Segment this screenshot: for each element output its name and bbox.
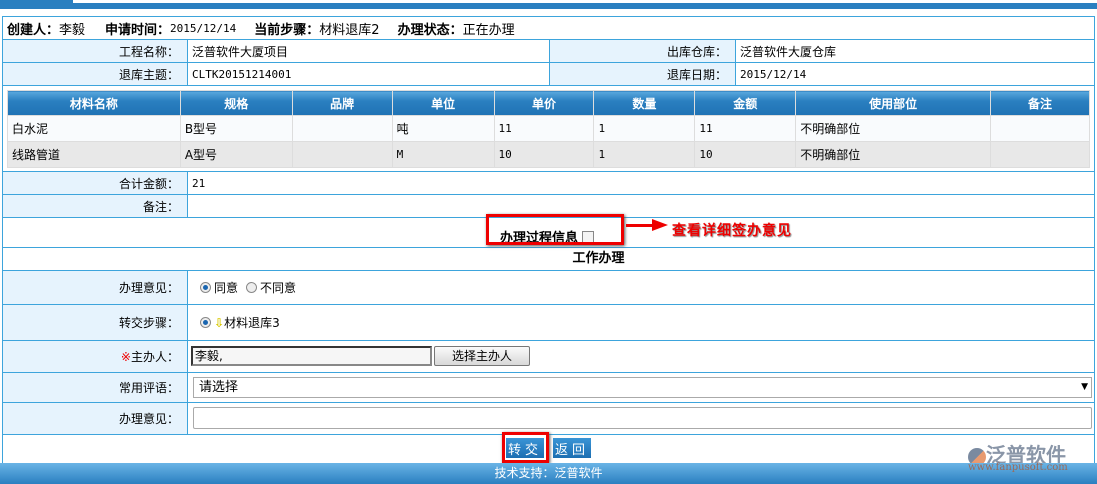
work-title-row: 工作办理 — [3, 248, 1094, 271]
opinion-row: 办理意见： 同意 不同意 — [3, 271, 1094, 305]
annotation-text: 查看详细签办意见 — [672, 223, 792, 239]
footer-text: 技术支持：泛普软件 — [494, 466, 603, 480]
cell: 不明确部位 — [795, 141, 992, 168]
subject-row: 退库主题： CLTK20151214001 退库日期： 2015/12/14 — [3, 63, 1094, 86]
arrow-head-icon — [652, 219, 668, 231]
project-row: 工程名称： 泛普软件大厦项目 出库仓库： 泛普软件大厦仓库 — [3, 40, 1094, 63]
cell: 10 — [493, 141, 595, 168]
cell — [990, 115, 1090, 142]
col-header: 材料名称 — [7, 90, 181, 116]
col-header: 单位 — [391, 90, 495, 116]
arrow-down-icon: ⇩ — [214, 315, 225, 330]
cell — [990, 141, 1090, 168]
cell: 白水泥 — [7, 115, 181, 142]
arrow-icon — [626, 224, 654, 227]
disagree-label: 不同意 — [260, 281, 297, 295]
project-value: 泛普软件大厦项目 — [188, 40, 550, 62]
transfer-label: 转交步骤： — [3, 305, 188, 340]
cell: 1 — [593, 115, 696, 142]
cell: 11 — [493, 115, 595, 142]
required-mark: ※ — [120, 349, 131, 364]
cell: M — [391, 141, 495, 168]
common-comment-select[interactable]: 请选择 ▼ — [193, 377, 1092, 398]
common-comment-value: 请选择 — [199, 380, 239, 395]
opinion-text-row: 办理意见： — [3, 403, 1094, 435]
cell: 不明确部位 — [795, 115, 992, 142]
highlight-box — [502, 432, 549, 463]
top-bar — [0, 0, 1097, 9]
warehouse-value: 泛普软件大厦仓库 — [740, 44, 837, 59]
highlight-box — [486, 214, 624, 245]
common-comment-row: 常用评语： 请选择 ▼ — [3, 373, 1094, 403]
status-value: 正在办理 — [462, 22, 515, 38]
info-row: 创建人： 李毅 申请时间： 2015/12/14 当前步骤： 材料退库2 办理状态：正… — [3, 17, 1094, 40]
handler-label: ※ 主办人： — [3, 341, 188, 372]
creator-value: 李毅 — [59, 22, 86, 38]
col-header: 使用部位 — [795, 90, 992, 116]
warehouse-label: 出库仓库： — [550, 40, 736, 62]
cell: 10 — [694, 141, 797, 168]
select-handler-button[interactable]: 选择主办人 — [434, 346, 530, 366]
col-header: 数量 — [593, 90, 696, 116]
back-button[interactable]: 返回 — [553, 438, 591, 458]
col-header: 备注 — [990, 90, 1090, 116]
total-row: 合计金额： 21 — [3, 171, 1094, 195]
project-label: 工程名称： — [3, 40, 188, 62]
cell: A型号 — [179, 141, 293, 168]
col-header: 品牌 — [291, 90, 393, 116]
agree-label: 同意 — [214, 281, 239, 295]
materials-table: 材料名称 规格 品牌 单位 单价 数量 金额 使用部位 备注 白水泥 B型号吨 11 1 11 不明确部位… — [7, 90, 1090, 168]
subject-value: CLTK20151214001 — [188, 63, 550, 85]
apply-time-value: 2015/12/14 — [170, 21, 237, 35]
opinion-textarea[interactable] — [193, 407, 1092, 429]
work-title: 工作办理 — [572, 251, 625, 266]
step-value: 材料退库2 — [319, 22, 380, 38]
total-value: 21 — [192, 176, 206, 190]
cell: 11 — [694, 115, 797, 142]
handler-input[interactable]: 李毅, — [191, 346, 432, 366]
opinion-radios: 同意 不同意 — [194, 271, 296, 304]
transfer-radio[interactable] — [200, 317, 211, 328]
col-header: 规格 — [179, 90, 293, 116]
date-label: 退库日期： — [550, 63, 736, 85]
transfer-row: 转交步骤： ⇩ 材料退库3 — [3, 305, 1094, 341]
table-header: 材料名称 规格 品牌 单位 单价 数量 金额 使用部位 备注 — [7, 90, 1090, 116]
cell: 1 — [593, 141, 696, 168]
cell: 吨 — [391, 115, 495, 142]
cell: B型号 — [179, 115, 293, 142]
common-comment-label: 常用评语： — [3, 373, 188, 402]
handler-label-text: 主办人： — [130, 350, 179, 364]
table-row: 线路管道 A型号 M 10 1 10 不明确部位 — [7, 141, 1090, 168]
date-value: 2015/12/14 — [740, 67, 807, 81]
logo-url: www.fanpusoft.com — [968, 462, 1068, 473]
col-header: 金额 — [694, 90, 797, 116]
opinion-text-label: 办理意见： — [3, 403, 188, 434]
disagree-radio[interactable] — [246, 282, 258, 293]
apply-time-label: 申请时间： — [105, 22, 171, 38]
top-tab — [0, 0, 73, 3]
col-header: 单价 — [493, 90, 595, 116]
footer: 技术支持：泛普软件 — [0, 463, 1097, 484]
opinion-label: 办理意见： — [3, 271, 188, 304]
cell: 线路管道 — [7, 141, 181, 168]
status-label: 办理状态： — [397, 22, 463, 38]
chevron-down-icon: ▼ — [1081, 382, 1088, 392]
agree-radio[interactable] — [200, 282, 211, 293]
transfer-options: ⇩ 材料退库3 — [194, 305, 280, 340]
cell — [291, 115, 393, 142]
table-row: 白水泥 B型号吨 11 1 11 不明确部位 — [7, 115, 1090, 142]
total-label: 合计金额： — [3, 172, 188, 194]
transfer-step: 材料退库3 — [224, 316, 280, 330]
step-label: 当前步骤： — [254, 22, 320, 38]
subject-label: 退库主题： — [3, 63, 188, 85]
creator-label: 创建人： — [7, 22, 60, 38]
remark-label: 备注： — [3, 195, 188, 217]
handler-row: ※ 主办人： 李毅, 选择主办人 — [3, 341, 1094, 373]
cell — [291, 141, 393, 168]
